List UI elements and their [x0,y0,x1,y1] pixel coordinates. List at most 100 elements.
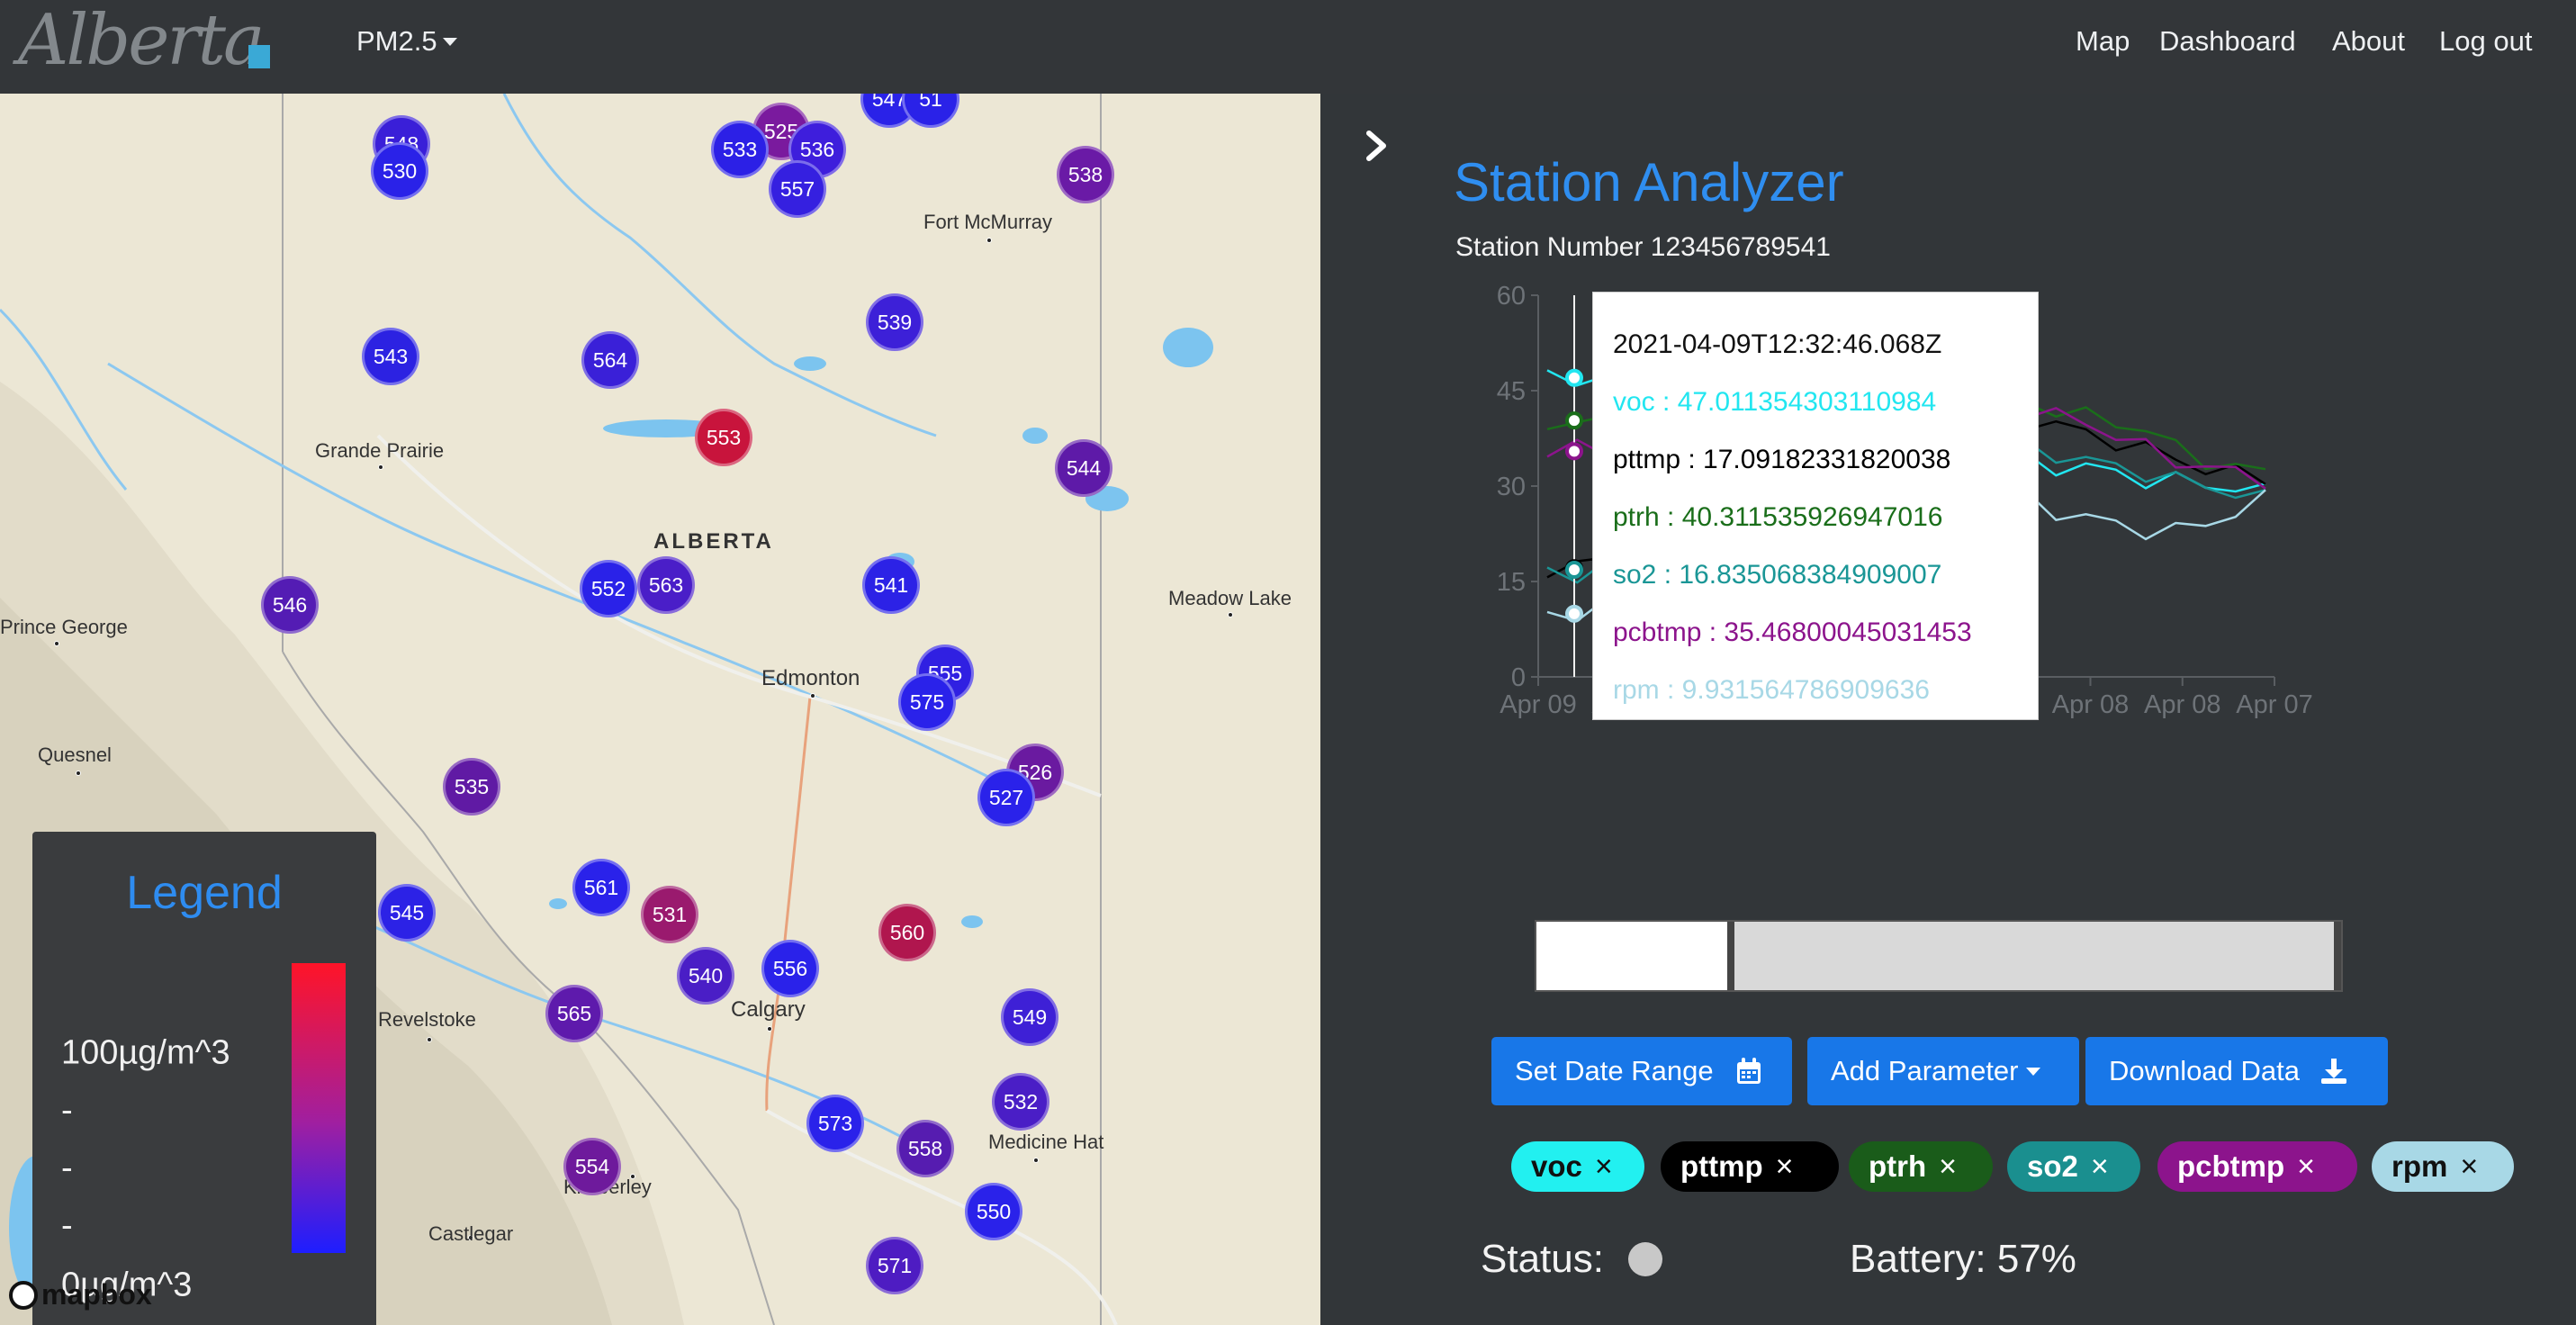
brush-handle-right[interactable] [2334,922,2341,990]
station-marker[interactable]: 563 [637,556,695,614]
close-icon[interactable]: × [2297,1149,2315,1185]
city-dot [427,1037,432,1042]
x-tick-label: Apr 09 [1500,690,1576,719]
station-marker[interactable]: 539 [866,293,923,351]
station-marker[interactable]: 560 [878,904,936,961]
station-marker[interactable]: 554 [563,1138,621,1195]
parameter-chip-voc[interactable]: voc × [1511,1141,1644,1192]
station-panel: Station Analyzer Station Number 12345678… [1320,94,2576,1325]
mapbox-text: mapbox [41,1278,152,1311]
city-dot [76,771,81,776]
station-marker[interactable]: 544 [1055,439,1112,497]
parameter-chip-rpm[interactable]: rpm × [2372,1141,2514,1192]
close-icon[interactable]: × [1776,1149,1794,1185]
close-icon[interactable]: × [1595,1149,1613,1185]
chart-range-brush[interactable] [1535,920,2343,992]
station-marker[interactable]: 533 [711,121,769,178]
station-marker[interactable]: 553 [695,409,752,466]
station-marker[interactable]: 540 [677,947,734,1005]
hover-point-rpm [1565,604,1583,623]
brush-selection[interactable] [1536,922,1727,990]
city-dot [767,1026,772,1032]
station-marker[interactable]: 575 [898,673,956,731]
station-marker[interactable]: 564 [581,331,639,389]
station-marker[interactable]: 530 [371,142,428,200]
city-label: Grande Prairie [315,439,445,462]
station-marker[interactable]: 549 [1001,988,1058,1046]
city-dot [54,641,59,646]
station-marker[interactable]: 556 [761,940,819,997]
parameter-chip-so2[interactable]: so2 × [2007,1141,2140,1192]
station-marker[interactable]: 543 [362,328,419,385]
logo-wordmark: Alberta [18,0,265,81]
calendar-icon [1736,1058,1761,1084]
tooltip-row-so2: so2 : 16.835068384909007 [1613,560,1942,590]
parameter-chip-pttmp[interactable]: pttmp × [1661,1141,1839,1192]
station-marker[interactable]: 552 [580,560,637,617]
station-marker[interactable]: 557 [769,160,826,218]
close-icon[interactable]: × [1939,1149,1957,1185]
chip-label: so2 [2027,1149,2078,1183]
nav-link-logout[interactable]: Log out [2439,25,2532,58]
close-icon[interactable]: × [2460,1149,2478,1185]
station-marker[interactable]: 538 [1057,146,1114,203]
parameter-dropdown[interactable]: PM2.5 [356,25,457,58]
parameter-dropdown-label: PM2.5 [356,25,437,57]
mapbox-attribution[interactable]: mapbox [9,1278,152,1311]
station-marker[interactable]: 541 [862,556,920,614]
station-marker[interactable]: 545 [378,884,436,942]
chip-label: ptrh [1869,1149,1927,1183]
station-marker[interactable]: 558 [896,1120,954,1177]
chip-label: pcbtmp [2177,1149,2285,1183]
station-marker[interactable]: 565 [545,985,603,1042]
set-date-range-button[interactable]: Set Date Range [1491,1037,1792,1105]
station-marker[interactable]: 531 [641,886,698,943]
caret-down-icon [442,38,457,46]
close-icon[interactable]: × [2091,1149,2109,1185]
tooltip-row-ptrh: ptrh : 40.311535926947016 [1613,502,1943,532]
status-label: Status: [1481,1237,1604,1281]
legend-color-scale [292,963,346,1253]
city-label: Edmonton [761,666,860,690]
hover-point-ptrh [1565,411,1583,430]
nav-link-dashboard[interactable]: Dashboard [2159,25,2296,58]
nav-link-about[interactable]: About [2332,25,2405,58]
chip-label: rpm [2391,1149,2448,1183]
station-marker[interactable]: 532 [992,1073,1049,1131]
city-dot [810,693,815,699]
city-label: Fort McMurray [923,211,1052,233]
station-marker[interactable]: 527 [977,769,1035,826]
status-indicator [1628,1242,1662,1276]
chip-label: pttmp [1680,1149,1763,1183]
download-data-button[interactable]: Download Data [2085,1037,2388,1105]
chevron-right-icon[interactable] [1358,128,1394,164]
brush-handle-left[interactable] [1727,922,1734,990]
logo-flag-mark [248,45,270,68]
set-date-range-label: Set Date Range [1515,1055,1714,1086]
nav-link-map[interactable]: Map [2076,25,2130,58]
hover-point-pcbtmp [1565,442,1583,461]
y-tick-label: 45 [1497,377,1526,406]
station-marker[interactable]: 546 [261,576,319,634]
city-dot [378,464,383,470]
station-marker[interactable]: 561 [572,859,630,916]
station-marker[interactable]: 573 [806,1095,864,1152]
station-marker[interactable]: 550 [965,1183,1022,1240]
panel-title: Station Analyzer [1454,152,1844,212]
map-view[interactable]: ALBERTA Fort McMurray Grande Prairie Mea… [0,94,1320,1325]
y-tick-label: 15 [1497,568,1526,597]
legend-title: Legend [126,867,283,919]
city-label: Medicine Hat [988,1131,1104,1153]
battery-level: Battery: 57% [1850,1237,2076,1281]
top-navbar: Alberta PM2.5 Map Dashboard About Log ou… [0,0,2576,94]
parameter-chip-ptrh[interactable]: ptrh × [1849,1141,1993,1192]
parameter-chip-pcbtmp[interactable]: pcbtmp × [2157,1141,2357,1192]
city-label: Castlegar [428,1222,514,1245]
y-tick-label: 60 [1497,283,1526,311]
station-marker[interactable]: 535 [443,758,500,816]
alberta-logo[interactable]: Alberta [16,0,286,81]
caret-down-icon [2025,1067,2040,1076]
station-marker[interactable]: 571 [866,1237,923,1294]
add-parameter-button[interactable]: Add Parameter [1807,1037,2079,1105]
y-tick-label: 30 [1497,473,1526,501]
